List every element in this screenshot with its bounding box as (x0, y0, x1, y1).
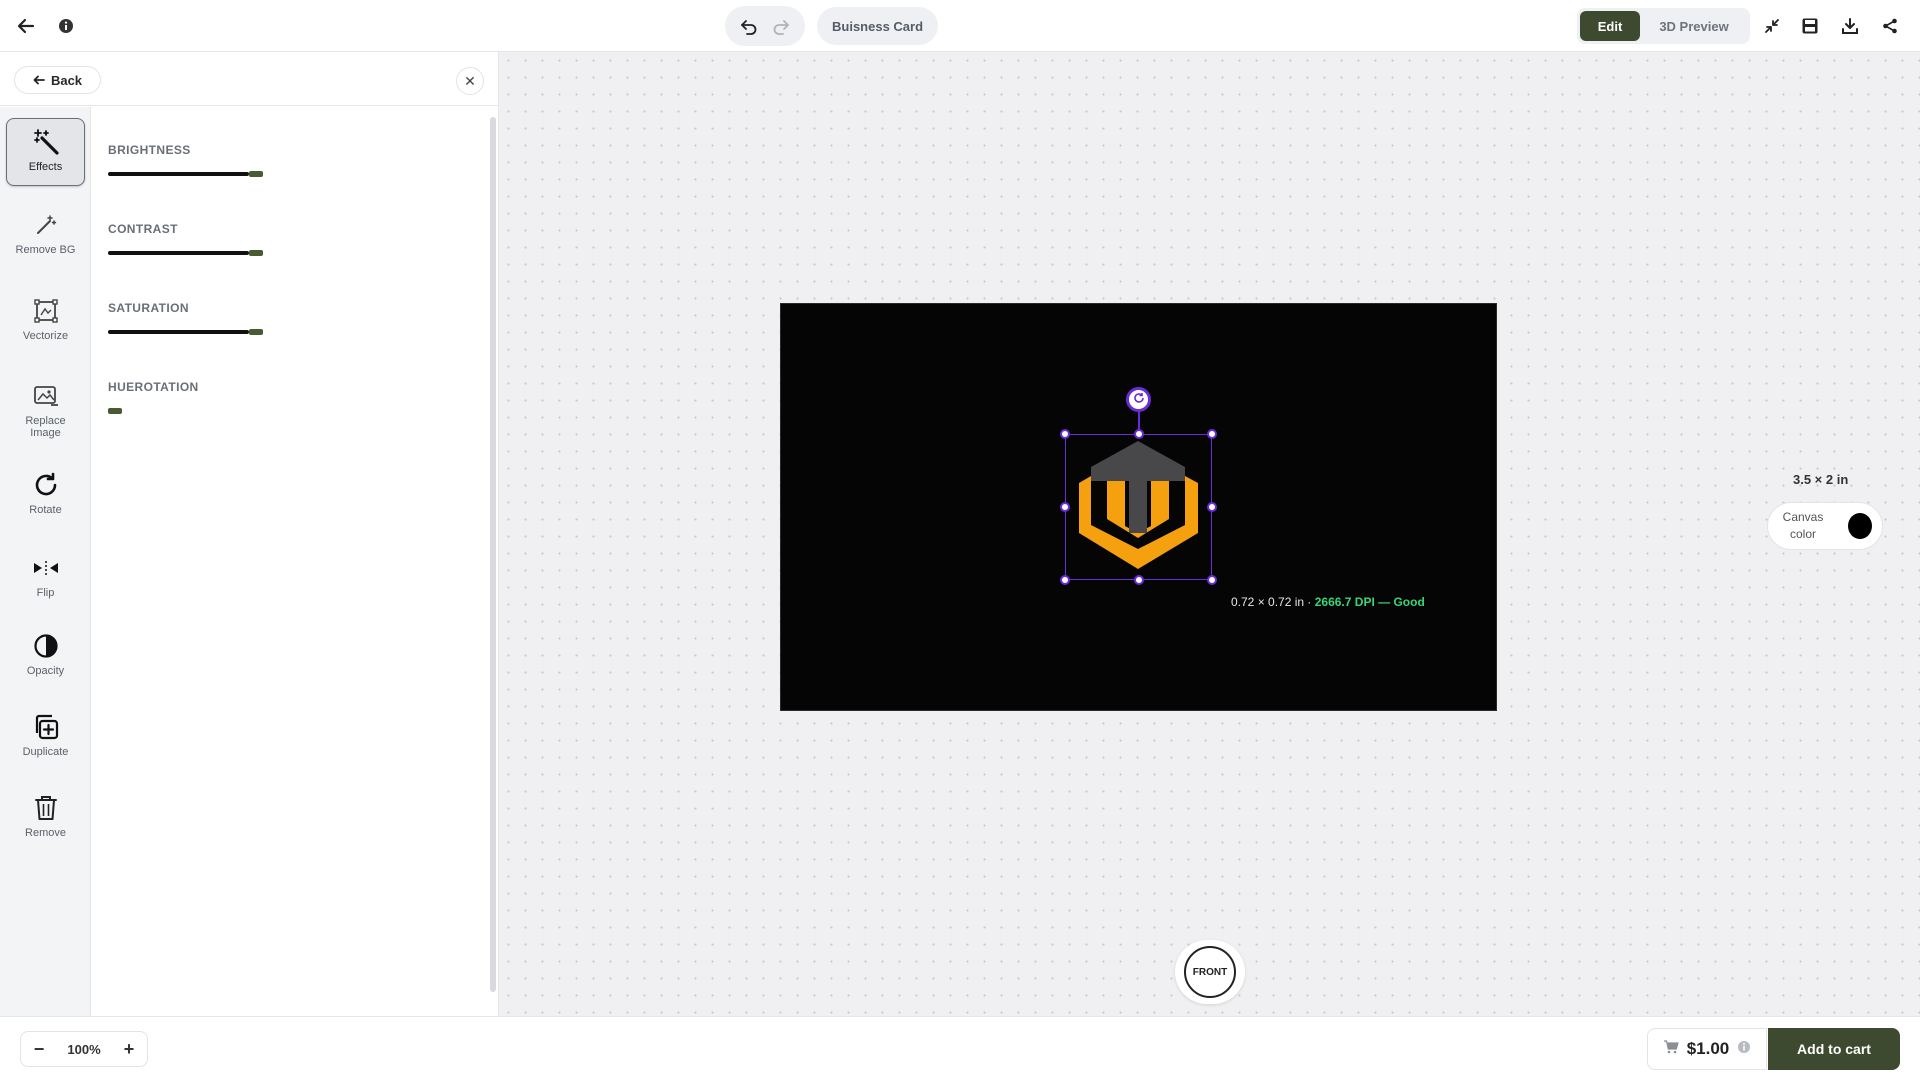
duplicate-icon (31, 712, 61, 742)
price-info-icon[interactable] (1737, 1040, 1751, 1059)
card-size-label: 3.5 × 2 in (1793, 472, 1849, 487)
add-to-cart-button[interactable]: Add to cart (1768, 1028, 1900, 1070)
trash-icon (31, 793, 61, 823)
info-icon[interactable] (54, 14, 78, 38)
huerotation-control: HUEROTATION (108, 380, 298, 414)
tool-label: Opacity (26, 665, 65, 677)
huerotation-label: HUEROTATION (108, 380, 199, 394)
contrast-slider[interactable] (108, 250, 298, 256)
side-switcher[interactable]: FRONT (1175, 940, 1245, 1004)
canvas-color-label: Canvas color (1782, 510, 1824, 541)
tool-flip[interactable]: Flip (6, 547, 85, 617)
tool-rotate[interactable]: Rotate (6, 464, 85, 534)
tool-remove-bg[interactable]: Remove BG (6, 204, 85, 274)
tool-effects[interactable]: Effects (6, 118, 85, 186)
front-side-label: FRONT (1184, 946, 1236, 998)
back-label: Back (50, 72, 83, 88)
tool-label: Vectorize (22, 330, 69, 342)
image-size: 0.72 × 0.72 in · (1231, 595, 1315, 609)
resize-handle-top-left[interactable] (1060, 429, 1070, 439)
close-panel-button[interactable]: ✕ (456, 67, 484, 95)
zoom-in-button[interactable]: + (121, 1039, 137, 1060)
rotate-icon (31, 470, 61, 500)
price-amount: $1.00 (1686, 1039, 1730, 1058)
bottom-bar: − 100% + $1.00 Add to cart (0, 1016, 1920, 1080)
tool-label: Replace Image (25, 415, 66, 439)
price-display: $1.00 (1647, 1028, 1767, 1070)
panel-header: Back ✕ (0, 52, 499, 106)
history-controls (725, 6, 805, 46)
vectorize-frame-icon (31, 296, 61, 326)
redo-icon[interactable] (769, 14, 793, 38)
document-title[interactable]: Buisness Card (817, 7, 939, 45)
resize-handle-bottom-right[interactable] (1207, 575, 1217, 585)
top-bar: Buisness Card Edit 3D Preview (0, 0, 1920, 52)
back-button[interactable]: Back (14, 66, 101, 94)
arrow-left-icon (33, 73, 45, 88)
slider-fill (108, 330, 249, 334)
image-edit-icon (31, 381, 61, 411)
share-icon[interactable] (1878, 14, 1902, 38)
undo-icon[interactable] (737, 14, 761, 38)
slider-handle[interactable] (248, 171, 263, 177)
zoom-out-button[interactable]: − (31, 1039, 47, 1060)
effects-panel: Back ✕ Effects Remove BG Vectorize Repla… (0, 52, 499, 1016)
slider-fill (108, 172, 249, 176)
wand-sparkle-icon (31, 210, 61, 240)
tool-replace-image[interactable]: Replace Image (6, 375, 85, 455)
cart-icon (1663, 1039, 1679, 1059)
brightness-slider[interactable] (108, 171, 298, 177)
half-circle-icon (31, 631, 61, 661)
image-resolution-info: 0.72 × 0.72 in · 2666.7 DPI — Good (1231, 595, 1425, 609)
tool-opacity[interactable]: Opacity (6, 625, 85, 695)
slider-handle[interactable] (248, 329, 263, 335)
tool-label: Rotate (29, 504, 62, 516)
tool-label: Remove BG (15, 244, 76, 256)
contrast-control: CONTRAST (108, 222, 298, 256)
tool-label: Effects (28, 161, 63, 173)
resize-handle-top-right[interactable] (1207, 429, 1217, 439)
magic-wand-icon (31, 127, 61, 157)
panel-scrollbar[interactable] (490, 117, 496, 992)
selection-box[interactable] (1065, 434, 1212, 580)
tool-label: Flip (36, 587, 55, 599)
zoom-control: − 100% + (20, 1031, 148, 1067)
rotation-handle[interactable] (1126, 387, 1151, 412)
saturation-label: SATURATION (108, 301, 189, 315)
saturation-control: SATURATION (108, 301, 298, 335)
back-arrow-icon[interactable] (14, 14, 38, 38)
tool-duplicate[interactable]: Duplicate (6, 706, 85, 776)
resize-handle-left[interactable] (1060, 502, 1070, 512)
contrast-label: CONTRAST (108, 222, 178, 236)
tool-rail: Effects Remove BG Vectorize Replace Imag… (0, 107, 91, 1016)
saturation-slider[interactable] (108, 329, 298, 335)
slider-handle[interactable] (108, 408, 122, 414)
resize-handle-right[interactable] (1207, 502, 1217, 512)
huerotation-slider[interactable] (108, 408, 298, 414)
save-icon[interactable] (1798, 14, 1822, 38)
3d-preview-button[interactable]: 3D Preview (1644, 11, 1744, 41)
brightness-control: BRIGHTNESS (108, 143, 298, 177)
resize-handle-top[interactable] (1134, 429, 1144, 439)
slider-handle[interactable] (248, 250, 263, 256)
zoom-level: 100% (67, 1041, 101, 1057)
mode-toggle: Edit 3D Preview (1577, 8, 1750, 44)
slider-fill (108, 251, 249, 255)
collapse-icon[interactable] (1760, 14, 1784, 38)
tool-vectorize[interactable]: Vectorize (6, 290, 85, 360)
resize-handle-bottom[interactable] (1134, 575, 1144, 585)
resize-handle-bottom-left[interactable] (1060, 575, 1070, 585)
tool-remove[interactable]: Remove (6, 787, 85, 857)
rotate-arrow-icon (1133, 391, 1145, 409)
flip-icon (31, 553, 61, 583)
tool-label: Remove (25, 827, 66, 839)
tool-label: Duplicate (22, 746, 69, 758)
edit-mode-button[interactable]: Edit (1580, 11, 1640, 41)
canvas-color-picker[interactable]: Canvas color (1767, 502, 1883, 550)
color-swatch[interactable] (1848, 513, 1872, 539)
download-icon[interactable] (1838, 14, 1862, 38)
brightness-label: BRIGHTNESS (108, 143, 191, 157)
dpi-status: 2666.7 DPI — Good (1314, 595, 1425, 609)
